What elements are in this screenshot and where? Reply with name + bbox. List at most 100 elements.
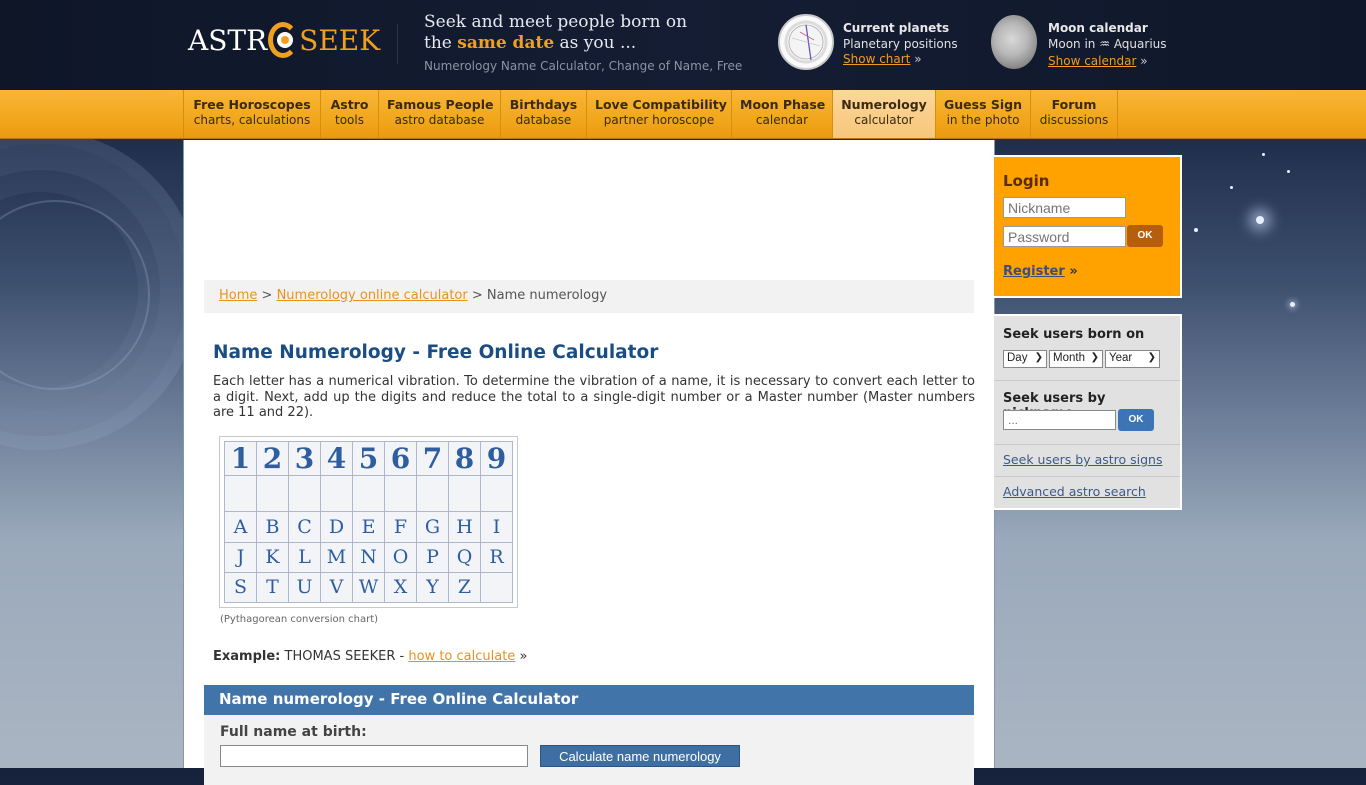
number-cell: 9: [480, 440, 513, 477]
logo-text-astr: ASTR: [188, 23, 268, 57]
letter-cell: Y: [416, 571, 449, 604]
nav-item-subtitle: discussions: [1039, 113, 1109, 127]
seek-nickname-ok-button[interactable]: OK: [1118, 409, 1154, 431]
blank-cell: [352, 475, 385, 513]
nav-item-birthdays[interactable]: Birthdays database: [500, 90, 586, 138]
year-select[interactable]: Year ❯: [1105, 350, 1160, 368]
nav-item-forum[interactable]: Forum discussions: [1030, 90, 1118, 138]
nav-item-title: Astro: [330, 97, 369, 112]
blank-cell: [480, 475, 513, 513]
example-label: Example:: [213, 649, 281, 664]
letter-cell: D: [320, 511, 353, 543]
breadcrumb-current: Name numerology: [486, 288, 608, 303]
nav-item-subtitle: database: [515, 113, 572, 127]
letter-cell: F: [384, 511, 417, 543]
show-calendar-link[interactable]: Show calendar: [1048, 54, 1136, 68]
astroseek-logo[interactable]: ASTR SEEK: [188, 22, 380, 58]
full-name-input[interactable]: [220, 745, 528, 767]
moon-sign: Aquarius: [1113, 37, 1167, 51]
nickname-input[interactable]: [1003, 197, 1126, 218]
double-chevron-right-icon: »: [914, 52, 922, 66]
nav-item-famous-people[interactable]: Famous People astro database: [378, 90, 500, 138]
letters-row: A B C D E F G H I: [224, 511, 513, 543]
letter-cell: N: [352, 541, 385, 573]
day-select[interactable]: Day ❯: [1003, 350, 1047, 368]
nav-item-free-horoscopes[interactable]: Free Horoscopes charts, calculations: [183, 90, 320, 138]
nav-item-title: Guess Sign: [944, 97, 1023, 112]
password-input[interactable]: [1003, 226, 1126, 247]
moon-in-label: Moon in: [1048, 37, 1100, 51]
logo-text-seek: SEEK: [299, 23, 381, 57]
calculator-header: Name numerology - Free Online Calculator: [204, 685, 974, 715]
how-to-calculate-link[interactable]: how to calculate: [408, 649, 515, 664]
letter-cell: T: [256, 571, 289, 604]
seek-users-box: Seek users born on Day ❯ Month ❯ Year ❯ See…: [994, 314, 1182, 510]
letter-cell: O: [384, 541, 417, 573]
blank-row: [224, 475, 513, 513]
divider: [994, 476, 1180, 477]
seek-born-section: Seek users born on Day ❯ Month ❯ Year ❯: [994, 316, 1180, 381]
letter-cell: B: [256, 511, 289, 543]
intro-paragraph: Each letter has a numerical vibration. T…: [213, 374, 975, 420]
number-cell: 7: [416, 440, 449, 477]
breadcrumb-separator: >: [471, 288, 483, 303]
nav-item-title: Love Compatibility: [595, 97, 727, 112]
nav-item-title: Forum: [1051, 97, 1097, 112]
blank-cell: [288, 475, 321, 513]
seek-by-astro-signs-link[interactable]: Seek users by astro signs: [1003, 452, 1163, 467]
seek-born-title: Seek users born on: [1003, 327, 1145, 342]
nav-item-subtitle: astro database: [394, 113, 485, 127]
blank-cell: [384, 475, 417, 513]
breadcrumb: Home > Numerology online calculator > Na…: [204, 280, 974, 313]
year-select-value: Year: [1109, 352, 1133, 364]
page-title: Name Numerology - Free Online Calculator: [213, 342, 659, 363]
nav-item-numerology[interactable]: Numerology calculator: [832, 90, 935, 138]
letter-cell: I: [480, 511, 513, 543]
login-title: Login: [1003, 172, 1050, 190]
chevron-down-icon: ❯: [1147, 352, 1156, 363]
letter-cell: H: [448, 511, 481, 543]
show-chart-link[interactable]: Show chart: [843, 52, 910, 66]
double-chevron-right-icon: »: [519, 649, 528, 664]
seek-nickname-input[interactable]: [1003, 410, 1116, 430]
moon-widget-title: Moon calendar: [1048, 21, 1148, 35]
nav-item-subtitle: tools: [335, 113, 364, 127]
natal-chart-thumbnail-icon[interactable]: [778, 14, 834, 70]
planets-widget-subtitle: Planetary positions: [843, 37, 958, 51]
calculate-button[interactable]: Calculate name numerology: [540, 745, 740, 767]
register-link[interactable]: Register: [1003, 264, 1065, 279]
tagline-pre: the: [424, 33, 458, 53]
login-ok-button[interactable]: OK: [1127, 225, 1163, 247]
letter-cell: C: [288, 511, 321, 543]
nav-item-title: Numerology: [841, 97, 927, 112]
letters-row: J K L M N O P Q R: [224, 541, 513, 573]
nav-item-title: Birthdays: [509, 97, 578, 112]
nav-item-moon-phase[interactable]: Moon Phase calendar: [731, 90, 832, 138]
nav-item-guess-sign[interactable]: Guess Sign in the photo: [935, 90, 1030, 138]
moon-phase-icon[interactable]: [991, 15, 1037, 69]
number-cell: 4: [320, 440, 353, 477]
breadcrumb-home-link[interactable]: Home: [219, 288, 257, 303]
header-subtitle: Numerology Name Calculator, Change of Na…: [424, 59, 743, 73]
main-content: Home > Numerology online calculator > Na…: [183, 140, 995, 785]
nav-item-astro[interactable]: Astro tools: [320, 90, 378, 138]
blank-cell: [320, 475, 353, 513]
tagline-post: as you ...: [554, 33, 637, 53]
tagline-line1: Seek and meet people born on: [424, 12, 688, 32]
nav-item-love-compatibility[interactable]: Love Compatibility partner horoscope: [586, 90, 731, 138]
breadcrumb-separator: >: [261, 288, 273, 303]
breadcrumb-numerology-link[interactable]: Numerology online calculator: [277, 288, 468, 303]
star-decoration: [1262, 153, 1265, 156]
example-name: THOMAS SEEKER -: [284, 649, 409, 664]
advanced-astro-search-link[interactable]: Advanced astro search: [1003, 484, 1146, 499]
letter-cell: R: [480, 541, 513, 573]
pythagorean-table: 1 2 3 4 5 6 7 8 9 A B C D E F G H I J K …: [224, 440, 513, 604]
full-name-label: Full name at birth:: [220, 724, 367, 740]
letters-row: S T U V W X Y Z: [224, 571, 513, 604]
month-select[interactable]: Month ❯: [1049, 350, 1103, 368]
blank-cell: [448, 475, 481, 513]
nav-item-subtitle: charts, calculations: [193, 113, 311, 127]
chart-caption: (Pythagorean conversion chart): [220, 614, 379, 625]
letter-cell: V: [320, 571, 353, 604]
planets-widget-title: Current planets: [843, 21, 950, 35]
